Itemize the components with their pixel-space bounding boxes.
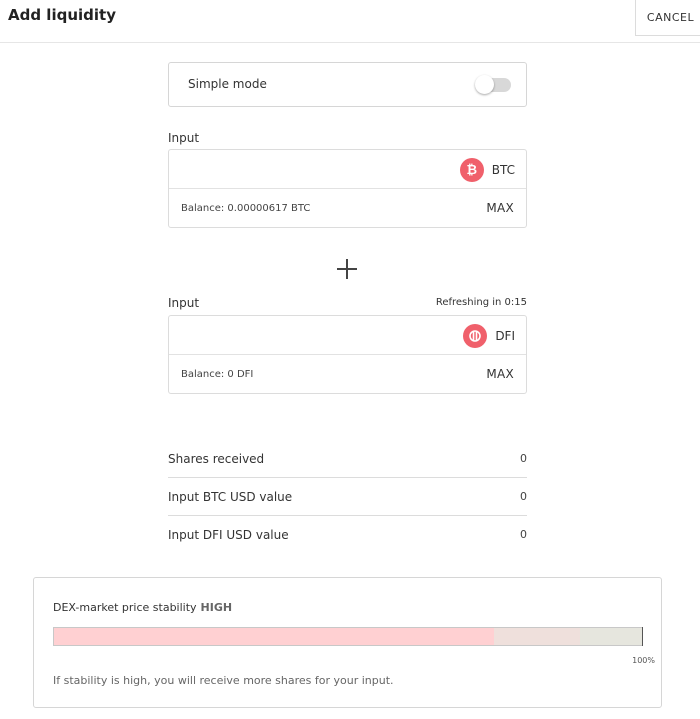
simple-mode-label: Simple mode xyxy=(188,77,267,91)
stability-title: DEX-market price stability HIGH xyxy=(53,601,232,614)
stability-percent-label: 100% xyxy=(632,656,655,665)
divider xyxy=(169,354,526,355)
stability-bar-marker xyxy=(642,627,643,646)
input-b-label: Input xyxy=(168,296,200,310)
input-b-max-button[interactable]: MAX xyxy=(486,367,514,381)
input-b-token: DFI xyxy=(463,324,515,348)
toggle-knob xyxy=(475,75,494,94)
simple-mode-toggle[interactable] xyxy=(475,75,511,94)
defichain-icon xyxy=(463,324,488,348)
stat-label: Input DFI USD value xyxy=(168,528,289,542)
stat-value: 0 xyxy=(520,490,527,503)
bitcoin-icon: ₿ xyxy=(459,158,484,182)
stability-bar xyxy=(53,627,643,646)
stability-segment-low xyxy=(580,628,642,645)
input-a-token-name: BTC xyxy=(491,163,515,177)
plus-icon xyxy=(337,259,357,279)
stat-value: 0 xyxy=(520,528,527,541)
simple-mode-card: Simple mode xyxy=(168,62,527,107)
input-a-token: ₿ BTC xyxy=(459,158,515,182)
stat-btc-usd-value: Input BTC USD value 0 xyxy=(168,490,527,528)
stat-dfi-usd-value: Input DFI USD value 0 xyxy=(168,528,527,566)
stability-segment-high xyxy=(54,628,495,645)
stability-level-badge: HIGH xyxy=(200,601,233,614)
input-a-amount-field[interactable] xyxy=(169,150,449,188)
input-a-balance: Balance: 0.00000617 BTC xyxy=(181,203,311,214)
stat-label: Input BTC USD value xyxy=(168,490,293,504)
input-b-card: DFI Balance: 0 DFI MAX xyxy=(168,315,527,394)
stat-label: Shares received xyxy=(168,452,265,466)
input-b-amount-field[interactable] xyxy=(169,316,449,354)
cancel-button[interactable]: CANCEL xyxy=(635,0,700,36)
refresh-countdown: Refreshing in 0:15 xyxy=(435,297,527,308)
input-a-max-button[interactable]: MAX xyxy=(486,201,514,215)
input-b-balance: Balance: 0 DFI xyxy=(181,369,254,380)
divider xyxy=(168,477,527,478)
input-a-label: Input xyxy=(168,131,200,145)
input-a-card: ₿ BTC Balance: 0.00000617 BTC MAX xyxy=(168,149,527,228)
input-b-token-name: DFI xyxy=(495,329,515,343)
page-title: Add liquidity xyxy=(8,6,116,24)
stat-value: 0 xyxy=(520,452,527,465)
divider xyxy=(169,188,526,189)
header: Add liquidity CANCEL xyxy=(0,0,700,43)
stability-segment-medium xyxy=(494,628,581,645)
stability-title-text: DEX-market price stability xyxy=(53,601,197,614)
stat-shares-received: Shares received 0 xyxy=(168,452,527,490)
divider xyxy=(168,515,527,516)
stability-hint: If stability is high, you will receive m… xyxy=(53,674,394,687)
price-stability-panel: DEX-market price stability HIGH 100% If s… xyxy=(33,577,662,708)
